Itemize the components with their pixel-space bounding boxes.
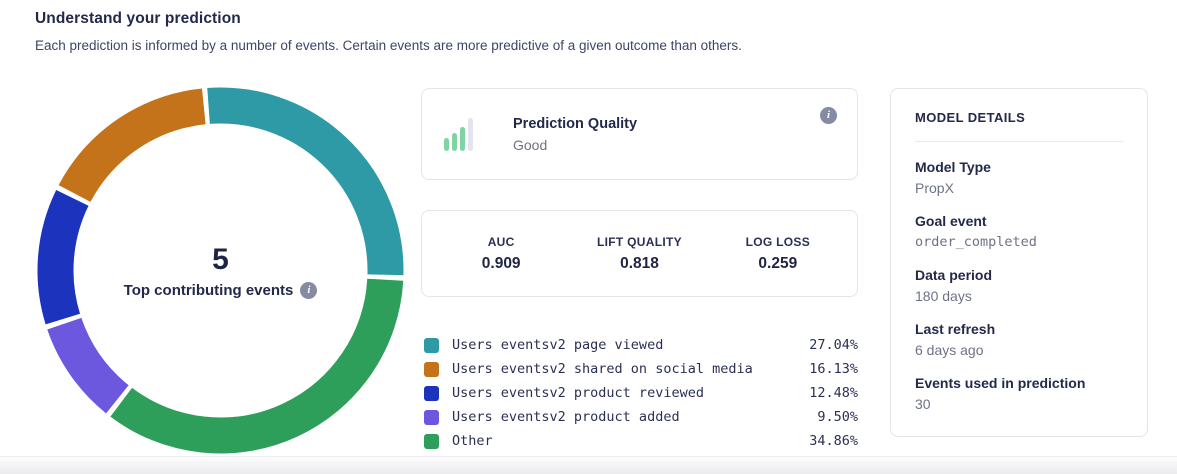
detail-value: order_completed: [915, 234, 1123, 250]
legend-percent: 9.50%: [817, 409, 858, 425]
detail-value: 180 days: [915, 288, 1123, 304]
page-title: Understand your prediction: [35, 10, 742, 28]
legend-item: Other 34.86%: [424, 429, 858, 453]
metric-auc: AUC 0.909: [432, 235, 570, 273]
page-subtitle: Each prediction is informed by a number …: [35, 38, 742, 53]
metric-lift-quality: LIFT QUALITY 0.818: [570, 235, 708, 273]
donut-segment: [64, 324, 117, 400]
prediction-quality-text: Prediction Quality Good: [513, 116, 637, 153]
detail-label: Last refresh: [915, 321, 1123, 337]
detail-field-data-period: Data period 180 days: [915, 267, 1123, 304]
summary-column: Prediction Quality Good i AUC 0.909 LIFT…: [421, 88, 858, 453]
detail-label: Model Type: [915, 159, 1123, 175]
metric-log-loss: LOG LOSS 0.259: [709, 235, 847, 273]
detail-label: Events used in prediction: [915, 375, 1123, 391]
legend-percent: 16.13%: [809, 361, 858, 377]
bottom-divider: [0, 456, 1177, 474]
metrics-card: AUC 0.909 LIFT QUALITY 0.818 LOG LOSS 0.…: [421, 210, 858, 297]
chart-legend: Users eventsv2 page viewed 27.04% Users …: [421, 333, 858, 453]
metric-value: 0.259: [709, 255, 847, 273]
metric-label: AUC: [432, 235, 570, 249]
legend-label: Other: [452, 433, 493, 449]
info-icon[interactable]: i: [820, 107, 837, 124]
detail-field-events-used: Events used in prediction 30: [915, 375, 1123, 412]
legend-item: Users eventsv2 product added 9.50%: [424, 405, 858, 429]
donut-segment: [55, 198, 72, 319]
detail-value: 30: [915, 396, 1123, 412]
donut-segment: [209, 106, 386, 275]
detail-field-model-type: Model Type PropX: [915, 159, 1123, 196]
legend-percent: 27.04%: [809, 337, 858, 353]
donut-chart: 5 Top contributing events i: [36, 86, 405, 455]
legend-swatch: [424, 410, 439, 425]
legend-swatch: [424, 434, 439, 449]
detail-value: PropX: [915, 180, 1123, 196]
detail-label: Data period: [915, 267, 1123, 283]
legend-item: Users eventsv2 shared on social media 16…: [424, 357, 858, 381]
metric-label: LOG LOSS: [709, 235, 847, 249]
model-details-card: MODEL DETAILS Model Type PropX Goal even…: [890, 88, 1148, 437]
detail-value: 6 days ago: [915, 342, 1123, 358]
section-header: Understand your prediction Each predicti…: [35, 10, 742, 53]
info-icon[interactable]: i: [300, 282, 317, 299]
prediction-quality-card: Prediction Quality Good i: [421, 88, 858, 180]
legend-item: Users eventsv2 page viewed 27.04%: [424, 333, 858, 357]
signal-bars-icon: [444, 117, 473, 151]
detail-field-last-refresh: Last refresh 6 days ago: [915, 321, 1123, 358]
donut-segment: [121, 280, 385, 436]
metric-value: 0.818: [570, 255, 708, 273]
legend-item: Users eventsv2 product reviewed 12.48%: [424, 381, 858, 405]
donut-segment: [75, 106, 204, 193]
prediction-quality-title: Prediction Quality: [513, 116, 637, 132]
donut-chart-svg: [36, 86, 405, 455]
model-details-header: MODEL DETAILS: [915, 89, 1123, 142]
legend-label: Users eventsv2 page viewed: [452, 337, 663, 353]
legend-percent: 34.86%: [809, 433, 858, 449]
legend-label: Users eventsv2 shared on social media: [452, 361, 753, 377]
prediction-quality-value: Good: [513, 137, 637, 153]
detail-field-goal-event: Goal event order_completed: [915, 213, 1123, 250]
metric-value: 0.909: [432, 255, 570, 273]
legend-percent: 12.48%: [809, 385, 858, 401]
metric-label: LIFT QUALITY: [570, 235, 708, 249]
legend-label: Users eventsv2 product reviewed: [452, 385, 704, 401]
legend-swatch: [424, 386, 439, 401]
legend-swatch: [424, 362, 439, 377]
detail-label: Goal event: [915, 213, 1123, 229]
legend-swatch: [424, 338, 439, 353]
understand-prediction-section: Understand your prediction Each predicti…: [0, 0, 1177, 474]
legend-label: Users eventsv2 product added: [452, 409, 680, 425]
